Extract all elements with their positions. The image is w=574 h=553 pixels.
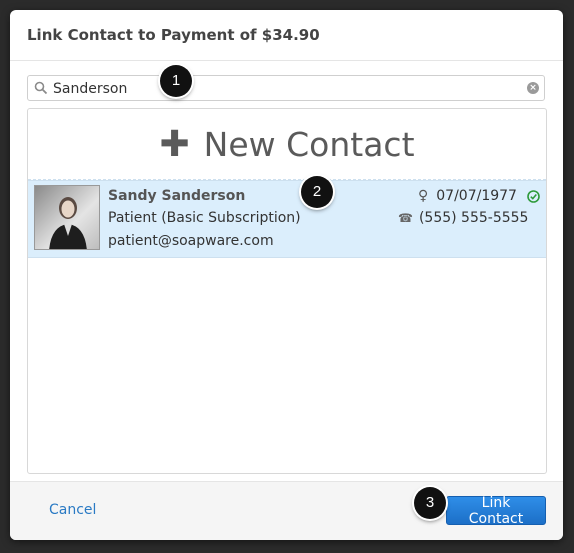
new-contact-label: New Contact bbox=[203, 124, 415, 164]
contact-email: patient@soapware.com bbox=[108, 233, 274, 249]
dob-value: 07/07/1977 bbox=[436, 188, 517, 204]
phone-value: (555) 555-5555 bbox=[418, 210, 529, 226]
search-field[interactable]: × bbox=[27, 75, 545, 101]
check-circle-icon bbox=[527, 189, 540, 203]
contact-dob: ♀ 07/07/1977 bbox=[418, 188, 540, 204]
contact-subscription: Patient (Basic Subscription) bbox=[108, 210, 301, 226]
clear-icon[interactable]: × bbox=[527, 82, 539, 94]
plus-icon: ✚ bbox=[159, 123, 190, 165]
link-contact-button[interactable]: Link Contact bbox=[446, 495, 546, 527]
female-icon: ♀ bbox=[418, 188, 429, 204]
callout-marker-3: 3 bbox=[414, 487, 446, 519]
dialog-title: Link Contact to Payment of $34.90 bbox=[10, 10, 563, 61]
contact-row[interactable]: Sandy Sanderson Patient (Basic Subscript… bbox=[28, 180, 546, 258]
avatar bbox=[34, 185, 100, 250]
results-list: ✚ New Contact Sandy Sanderson Patient (B… bbox=[27, 108, 547, 474]
search-input[interactable] bbox=[51, 78, 525, 100]
dialog-footer: Cancel Link Contact bbox=[10, 481, 563, 540]
contact-name: Sandy Sanderson bbox=[108, 188, 246, 204]
callout-marker-2: 2 bbox=[301, 176, 333, 208]
search-icon bbox=[34, 81, 48, 95]
contact-phone: ☎ (555) 555-5555 bbox=[398, 210, 528, 226]
cancel-button[interactable]: Cancel bbox=[49, 502, 96, 518]
link-contact-dialog: Link Contact to Payment of $34.90 × ✚ Ne… bbox=[10, 10, 563, 540]
new-contact-button[interactable]: ✚ New Contact bbox=[28, 109, 546, 180]
callout-marker-1: 1 bbox=[160, 65, 192, 97]
phone-icon: ☎ bbox=[398, 211, 413, 225]
